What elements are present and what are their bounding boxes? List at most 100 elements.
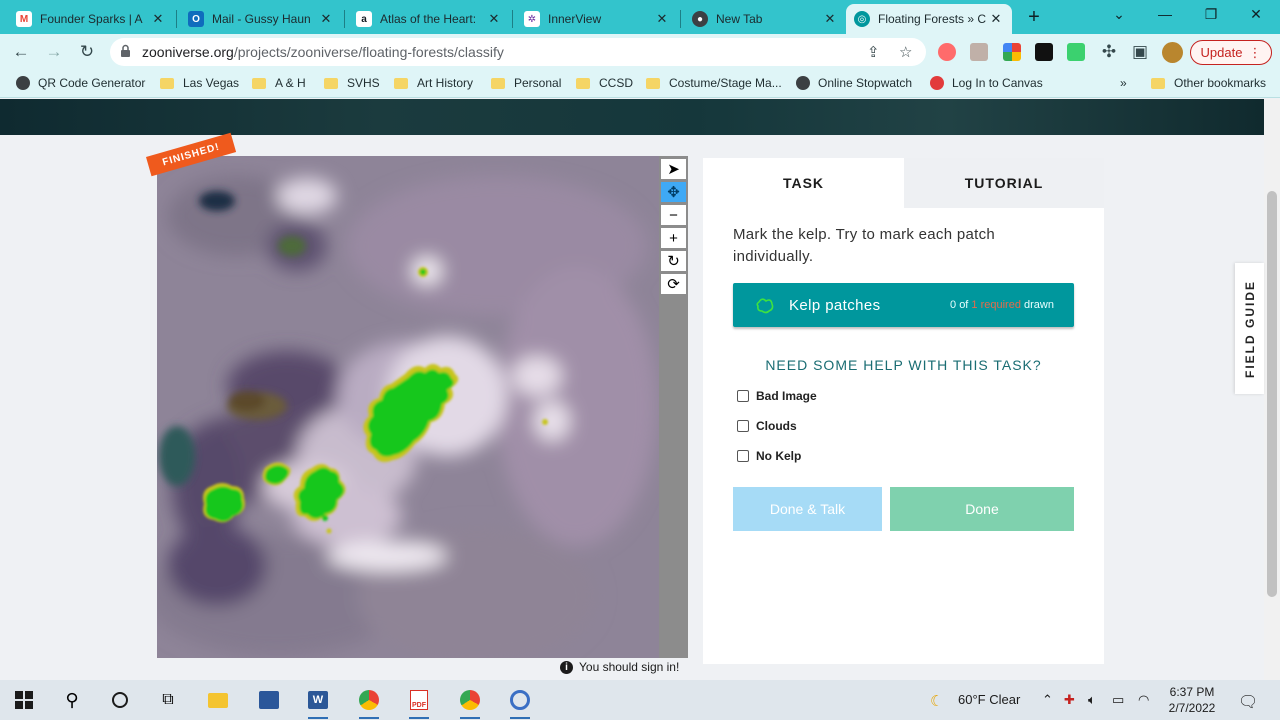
forward-button[interactable]: → xyxy=(43,41,65,63)
bookmark-star-icon[interactable]: ☆ xyxy=(899,43,912,61)
tab-search-icon[interactable]: ⌄ xyxy=(1106,6,1132,23)
zoom-out-icon[interactable]: − xyxy=(661,205,686,225)
chrome-icon[interactable] xyxy=(357,688,381,719)
bookmark-qr-code-generator[interactable]: QR Code Generator xyxy=(16,76,145,90)
innerview-icon: ✲ xyxy=(524,11,540,27)
checkbox-bad-image[interactable]: Bad Image xyxy=(737,389,817,403)
notifications-icon[interactable]: 🗨︎ xyxy=(1238,692,1258,712)
bookmark-art-history[interactable]: Art History xyxy=(394,76,473,90)
minimize-button[interactable]: — xyxy=(1152,6,1178,22)
windows-start-icon[interactable] xyxy=(12,688,36,712)
share-icon[interactable]: ⇪ xyxy=(867,43,880,61)
scrollbar-thumb[interactable] xyxy=(1267,191,1277,597)
tab-new-tab[interactable]: ● New Tab ✕ xyxy=(684,4,846,34)
folder-icon xyxy=(1151,77,1165,89)
zoom-in-icon[interactable]: + xyxy=(661,228,686,248)
checkbox-box[interactable] xyxy=(737,450,749,462)
rotate-icon[interactable]: ↻ xyxy=(661,251,686,271)
bookmark-personal[interactable]: Personal xyxy=(491,76,561,90)
screencast-extension-icon[interactable] xyxy=(938,43,956,61)
tab-mail[interactable]: O Mail - Gussy Haun ✕ xyxy=(180,4,342,34)
notification-badge-icon[interactable]: ✚ xyxy=(1064,692,1075,708)
folder-icon xyxy=(491,77,505,89)
extension-icon[interactable] xyxy=(970,43,988,61)
search-icon[interactable]: ⚲ xyxy=(60,688,84,712)
weather-text[interactable]: 60°F Clear xyxy=(958,692,1020,707)
reset-icon[interactable]: ⟳ xyxy=(661,274,686,294)
bookmark-a-h[interactable]: A & H xyxy=(252,76,306,90)
tab-founder-sparks[interactable]: M Founder Sparks | A ✕ xyxy=(8,4,174,34)
reload-button[interactable]: ↻ xyxy=(76,41,98,63)
bookmark-ccsd[interactable]: CCSD xyxy=(576,76,633,90)
address-bar[interactable]: zooniverse.org/projects/zooniverse/float… xyxy=(110,38,926,66)
task-view-icon[interactable]: ⧉ xyxy=(156,688,180,712)
help-link[interactable]: NEED SOME HELP WITH THIS TASK? xyxy=(733,357,1074,373)
done-and-talk-button[interactable]: Done & Talk xyxy=(733,487,882,531)
avatar[interactable] xyxy=(1162,42,1183,63)
bookmark-other-bookmarks[interactable]: Other bookmarks xyxy=(1151,76,1266,90)
kelp-patches-tool-button[interactable]: Kelp patches 0 of 1 required drawn xyxy=(733,283,1074,327)
image-toolbar: ➤ ✥ − + ↻ ⟳ xyxy=(659,156,688,658)
satellite-image xyxy=(157,156,659,658)
pointer-icon[interactable]: ➤ xyxy=(661,159,686,179)
chevron-up-icon[interactable]: ⌃ xyxy=(1042,692,1053,708)
extensions-puzzle-icon[interactable]: ✣ xyxy=(1098,41,1120,63)
checkbox-box[interactable] xyxy=(737,390,749,402)
bookmark-costume-stage[interactable]: Costume/Stage Ma... xyxy=(646,76,782,90)
back-button[interactable]: ← xyxy=(10,41,32,63)
checkbox-clouds[interactable]: Clouds xyxy=(737,419,797,433)
field-guide-button[interactable]: FIELD GUIDE xyxy=(1235,263,1264,394)
pdf-icon[interactable]: PDF xyxy=(407,688,431,719)
subject-image-viewer[interactable] xyxy=(157,156,659,658)
window-close-button[interactable]: ✕ xyxy=(1243,6,1269,23)
done-button[interactable]: Done xyxy=(890,487,1074,531)
microsoft-store-icon[interactable] xyxy=(257,688,281,712)
restore-button[interactable]: ❐ xyxy=(1198,6,1224,23)
dark-extension-icon[interactable] xyxy=(1035,43,1053,61)
sign-in-notice[interactable]: i You should sign in! xyxy=(560,660,679,674)
bookmark-log-in-to-canvas[interactable]: Log In to Canvas xyxy=(930,76,1043,90)
checkbox-no-kelp[interactable]: No Kelp xyxy=(737,449,801,463)
folder-icon xyxy=(324,77,338,89)
tab-separator xyxy=(344,10,345,28)
green-extension-icon[interactable] xyxy=(1067,43,1085,61)
move-icon[interactable]: ✥ xyxy=(661,182,686,202)
new-tab-button[interactable]: + xyxy=(1022,6,1046,30)
side-panel-icon[interactable]: ▣ xyxy=(1129,41,1151,63)
info-icon: i xyxy=(560,660,573,674)
close-icon[interactable]: ✕ xyxy=(150,11,166,27)
battery-icon[interactable]: ▭ xyxy=(1112,692,1124,708)
wifi-icon[interactable]: ◠ xyxy=(1138,692,1149,708)
tab-tutorial[interactable]: TUTORIAL xyxy=(904,158,1104,208)
tab-separator xyxy=(680,10,681,28)
app-icon[interactable] xyxy=(508,688,532,719)
bookmark-svhs[interactable]: SVHS xyxy=(324,76,380,90)
close-icon[interactable]: ✕ xyxy=(988,11,1004,27)
bookmarks-bar: QR Code Generator Las Vegas A & H SVHS A… xyxy=(0,70,1280,98)
tab-task[interactable]: TASK xyxy=(703,158,904,208)
tab-atlas-of-the-heart[interactable]: a Atlas of the Heart: ✕ xyxy=(348,4,510,34)
tab-floating-forests[interactable]: ◎ Floating Forests » C ✕ xyxy=(846,4,1012,34)
checkbox-box[interactable] xyxy=(737,420,749,432)
close-icon[interactable]: ✕ xyxy=(318,11,334,27)
close-icon[interactable]: ✕ xyxy=(654,11,670,27)
close-icon[interactable]: ✕ xyxy=(486,11,502,27)
bookmark-las-vegas[interactable]: Las Vegas xyxy=(160,76,239,90)
volume-icon[interactable]: 🔈︎ xyxy=(1088,692,1096,708)
close-icon[interactable]: ✕ xyxy=(822,11,838,27)
url-host: zooniverse.org xyxy=(142,44,234,60)
color-extension-icon[interactable] xyxy=(1003,43,1021,61)
canvas-icon xyxy=(930,76,944,90)
cortana-icon[interactable] xyxy=(108,688,132,712)
page-scrollbar[interactable] xyxy=(1264,99,1280,680)
update-button[interactable]: Update ⋮ xyxy=(1190,40,1272,65)
word-icon[interactable]: W xyxy=(306,688,330,719)
zooniverse-icon: ◎ xyxy=(854,11,870,27)
clock[interactable]: 6:37 PM 2/7/2022 xyxy=(1164,684,1220,716)
file-explorer-icon[interactable] xyxy=(206,688,230,712)
chrome-profile-icon[interactable] xyxy=(458,688,482,719)
bookmark-online-stopwatch[interactable]: Online Stopwatch xyxy=(796,76,912,90)
tab-innerview[interactable]: ✲ InnerView ✕ xyxy=(516,4,678,34)
folder-icon xyxy=(394,77,408,89)
bookmarks-overflow-button[interactable]: » xyxy=(1120,76,1127,90)
